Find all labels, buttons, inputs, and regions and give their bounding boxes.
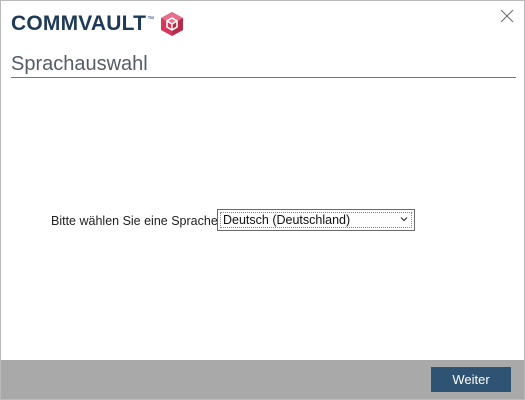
language-label: Bitte wählen Sie eine Sprache [51, 214, 218, 228]
logo-trademark: ™ [147, 16, 155, 23]
language-selected-value: Deutsch (Deutschland) [223, 213, 351, 227]
page-title: Sprachauswahl [11, 53, 148, 75]
next-button[interactable]: Weiter [431, 367, 511, 392]
installer-window: COMMVAULT ™ Sprachauswahl Bitte wählen S… [0, 0, 525, 400]
cube-icon [161, 12, 184, 36]
chevron-down-icon [400, 217, 408, 222]
title-divider [11, 77, 516, 78]
language-select[interactable]: Deutsch (Deutschland) [217, 209, 415, 231]
close-icon[interactable] [500, 9, 514, 23]
footer-bar: Weiter [1, 360, 524, 399]
logo-text: COMMVAULT [11, 12, 147, 35]
commvault-logo: COMMVAULT ™ [11, 10, 184, 38]
